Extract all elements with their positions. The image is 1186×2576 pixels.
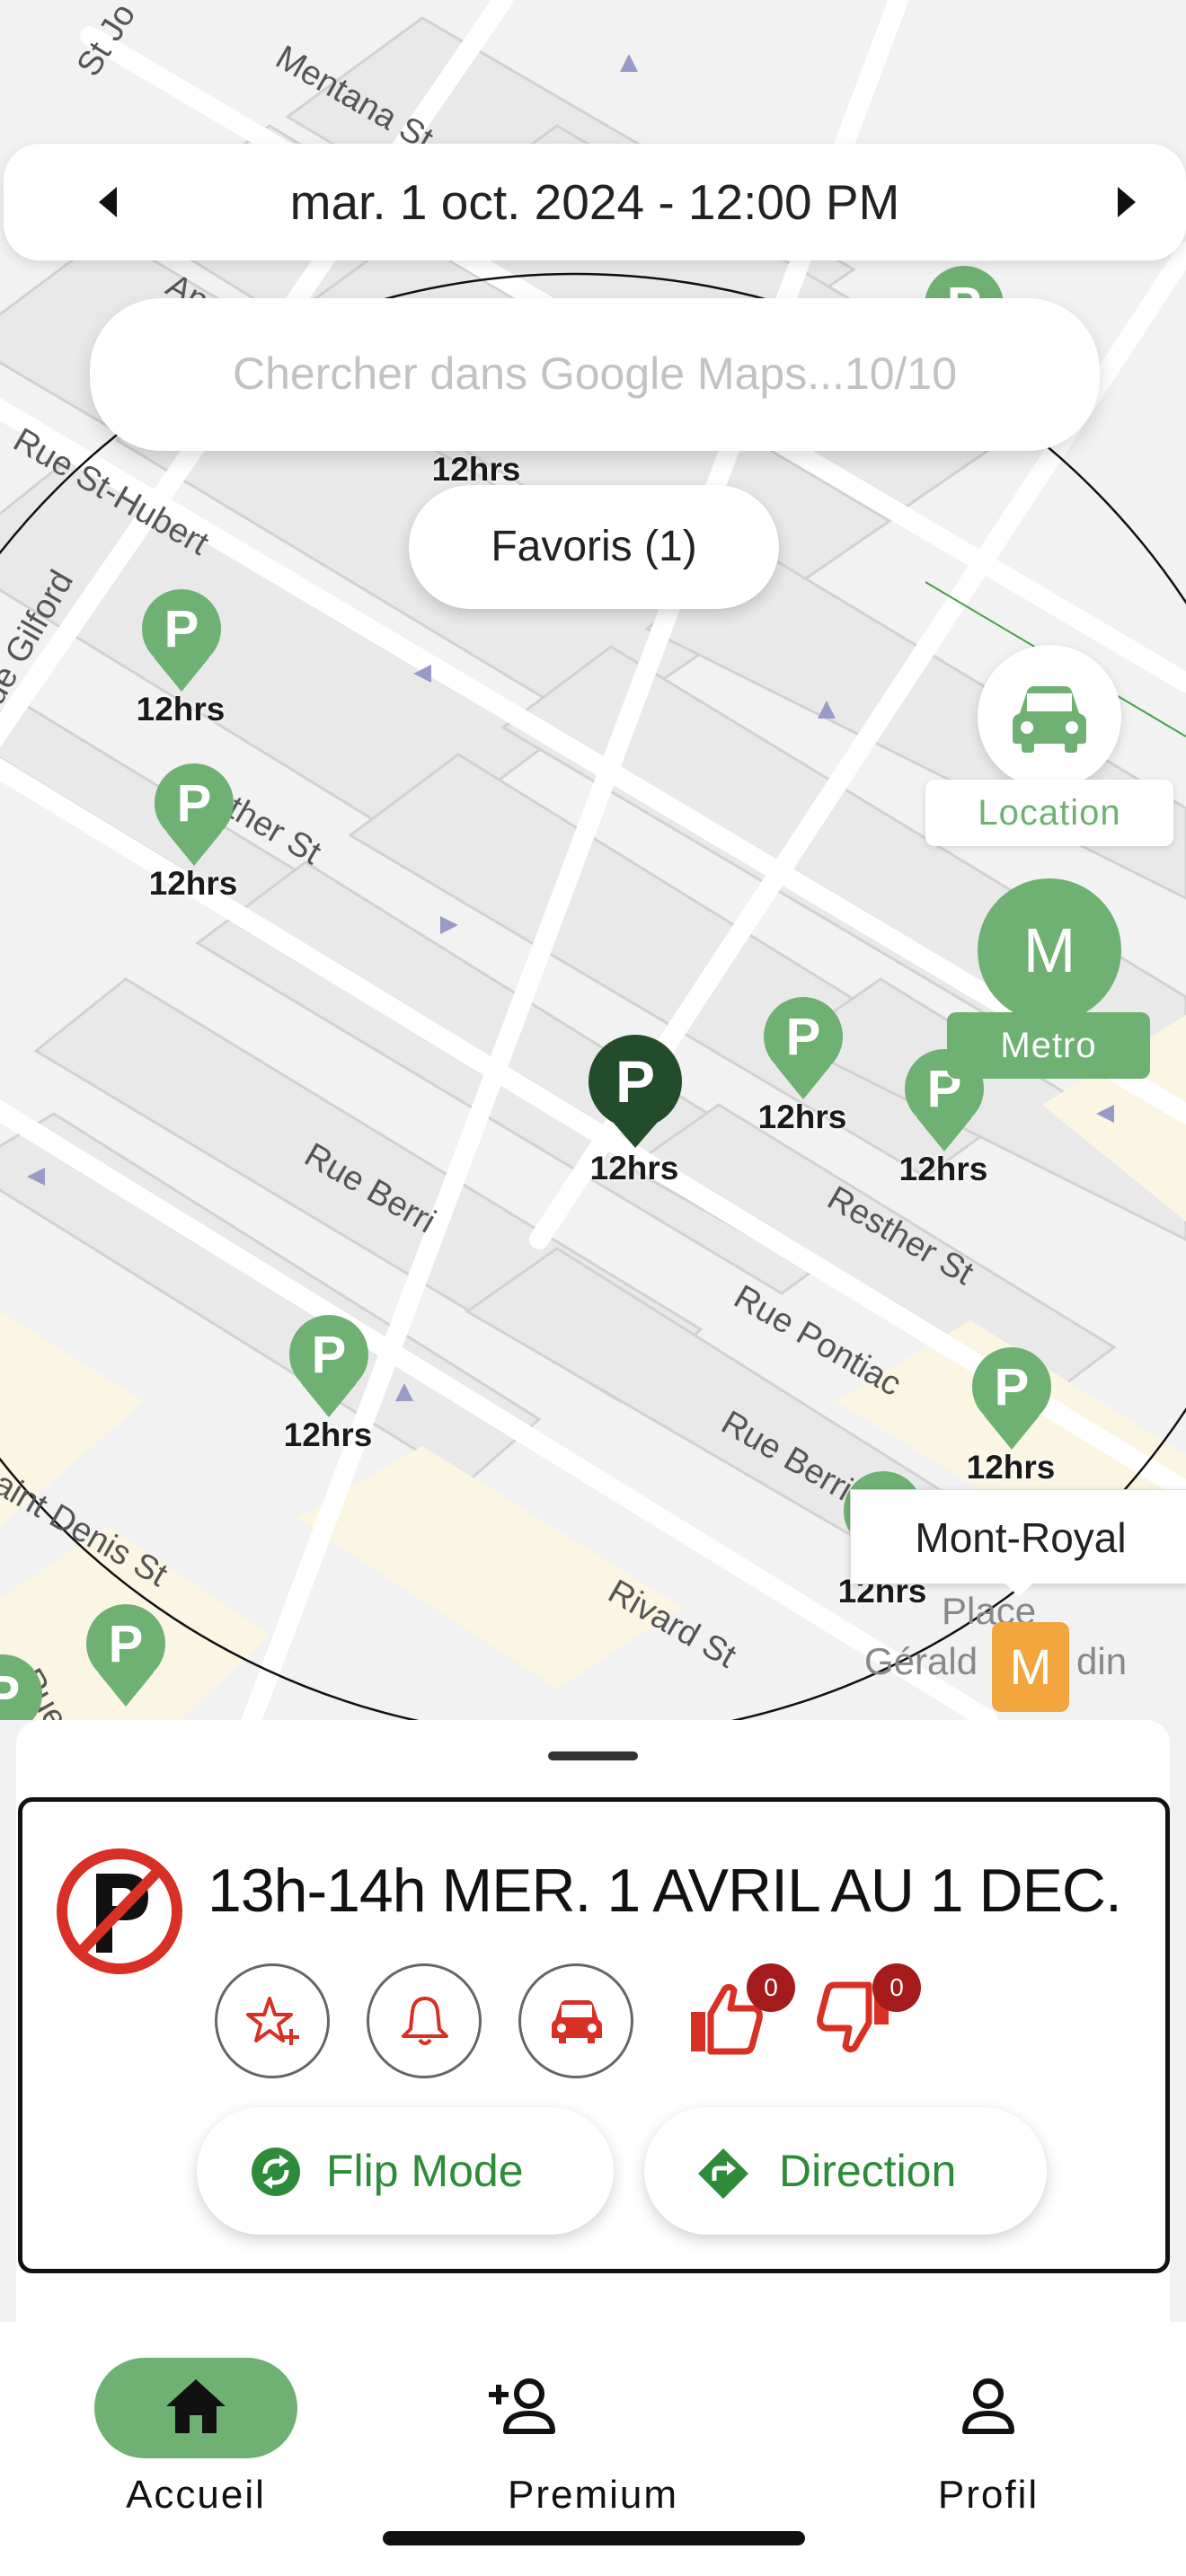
nav-item-premium[interactable]: Premium	[449, 2358, 737, 2537]
flip-mode-button[interactable]: Flip Mode	[197, 2107, 614, 2235]
search-bar	[90, 298, 1100, 451]
direction-label: Direction	[779, 2146, 957, 2196]
parking-pin[interactable]: P 12hrs	[957, 1347, 1065, 1486]
thumbs-down-count: 0	[872, 1963, 921, 2012]
parking-pin[interactable]: P	[0, 1654, 56, 1720]
parking-pin[interactable]: P 12hrs	[748, 997, 856, 1135]
parking-details-sheet: 13h-14h MER. 1 AVRIL AU 1 DEC. 0 0 Flip …	[16, 1720, 1170, 2322]
favoris-button[interactable]: Favoris (1)	[409, 485, 779, 609]
parking-pin-duration: 12hrs	[589, 1150, 679, 1187]
parking-pin-duration: 12hrs	[431, 451, 521, 488]
nav-label: Profil	[937, 2473, 1040, 2517]
person-add-icon	[489, 2378, 555, 2434]
parking-pin[interactable]: P 12hrs	[127, 589, 235, 728]
sheet-drag-handle[interactable]	[548, 1751, 638, 1760]
parking-pin-tail	[166, 832, 222, 866]
add-favorite-button[interactable]	[215, 1963, 330, 2078]
street-label: Gérald	[864, 1640, 978, 1682]
nav-item-accueil[interactable]: Accueil	[52, 2358, 340, 2537]
star-plus-icon	[246, 1997, 299, 2045]
parking-pin-head: P	[289, 1315, 368, 1394]
home-indicator[interactable]	[383, 2531, 805, 2545]
metro-label[interactable]: Metro	[947, 1012, 1150, 1079]
search-input[interactable]	[126, 348, 1064, 400]
direction-button[interactable]: Direction	[644, 2107, 1047, 2235]
parking-pin-selected[interactable]: P 12hrs	[580, 1035, 688, 1187]
parking-pin-duration: 12hrs	[136, 691, 226, 728]
car-icon	[552, 2000, 602, 2043]
parking-pin-head: P	[155, 763, 234, 842]
parking-pin[interactable]: P	[71, 1604, 179, 1720]
nav-item-profil[interactable]: Profil	[845, 2358, 1132, 2537]
parking-pin-tail	[916, 1117, 972, 1151]
location-label[interactable]: Location	[925, 780, 1173, 846]
parking-pin-duration: 12hrs	[757, 1098, 847, 1135]
parking-rule-text: 13h-14h MER. 1 AVRIL AU 1 DEC.	[208, 1857, 1122, 1925]
caret-right-icon[interactable]	[1102, 178, 1150, 226]
parking-pin-head: P	[86, 1604, 165, 1683]
parking-pin-duration: 12hrs	[283, 1416, 373, 1453]
thumbs-up-count: 0	[747, 1963, 795, 2012]
street-label: din	[1076, 1640, 1128, 1682]
nav-label: Accueil	[126, 2473, 266, 2517]
parking-pin-head: P	[764, 997, 843, 1076]
alert-button[interactable]	[367, 1963, 482, 2078]
parking-pin-tail	[775, 1065, 831, 1099]
location-button[interactable]	[978, 645, 1121, 789]
flip-mode-label: Flip Mode	[326, 2146, 524, 2196]
parking-pin-duration: 12hrs	[966, 1449, 1056, 1486]
station-callout[interactable]: Mont-Royal	[850, 1489, 1186, 1584]
bell-icon	[402, 1997, 448, 2045]
parking-pin-head: P	[972, 1347, 1051, 1426]
car-icon	[1013, 686, 1086, 753]
nav-icon-wrapper	[887, 2358, 1090, 2458]
date-text[interactable]: mar. 1 oct. 2024 - 12:00 PM	[111, 171, 1078, 234]
park-car-button[interactable]	[518, 1963, 633, 2078]
no-parking-icon	[57, 1848, 182, 1974]
metro-station-marker[interactable]: M	[992, 1622, 1069, 1712]
nav-icon-wrapper	[489, 2358, 695, 2458]
parking-pin-tail	[154, 657, 209, 692]
parking-pin-duration: 12hrs	[148, 865, 238, 902]
date-selector: mar. 1 oct. 2024 - 12:00 PM	[4, 144, 1186, 260]
nav-active-indicator	[94, 2358, 297, 2458]
parking-rule-card: 13h-14h MER. 1 AVRIL AU 1 DEC. 0 0 Flip …	[18, 1797, 1170, 2273]
parking-pin-tail	[984, 1416, 1040, 1450]
direction-icon	[698, 2148, 748, 2199]
home-icon	[166, 2379, 226, 2433]
parking-pin-head: P	[0, 1654, 42, 1720]
parking-pin-duration: 12hrs	[898, 1151, 988, 1187]
parking-pin[interactable]: P 12hrs	[274, 1315, 382, 1453]
nav-label: Premium	[507, 2473, 679, 2517]
station-callout-tail	[1005, 1583, 1033, 1597]
parking-pin-tail	[301, 1383, 357, 1417]
metro-button[interactable]: M	[978, 878, 1121, 1022]
parking-pin-tail	[606, 1114, 665, 1148]
parking-pin-head: P	[142, 589, 221, 668]
parking-pin[interactable]: P 12hrs	[139, 763, 247, 902]
parking-pin-tail	[98, 1672, 154, 1707]
refresh-icon	[252, 2148, 300, 2196]
person-icon	[962, 2378, 1014, 2434]
